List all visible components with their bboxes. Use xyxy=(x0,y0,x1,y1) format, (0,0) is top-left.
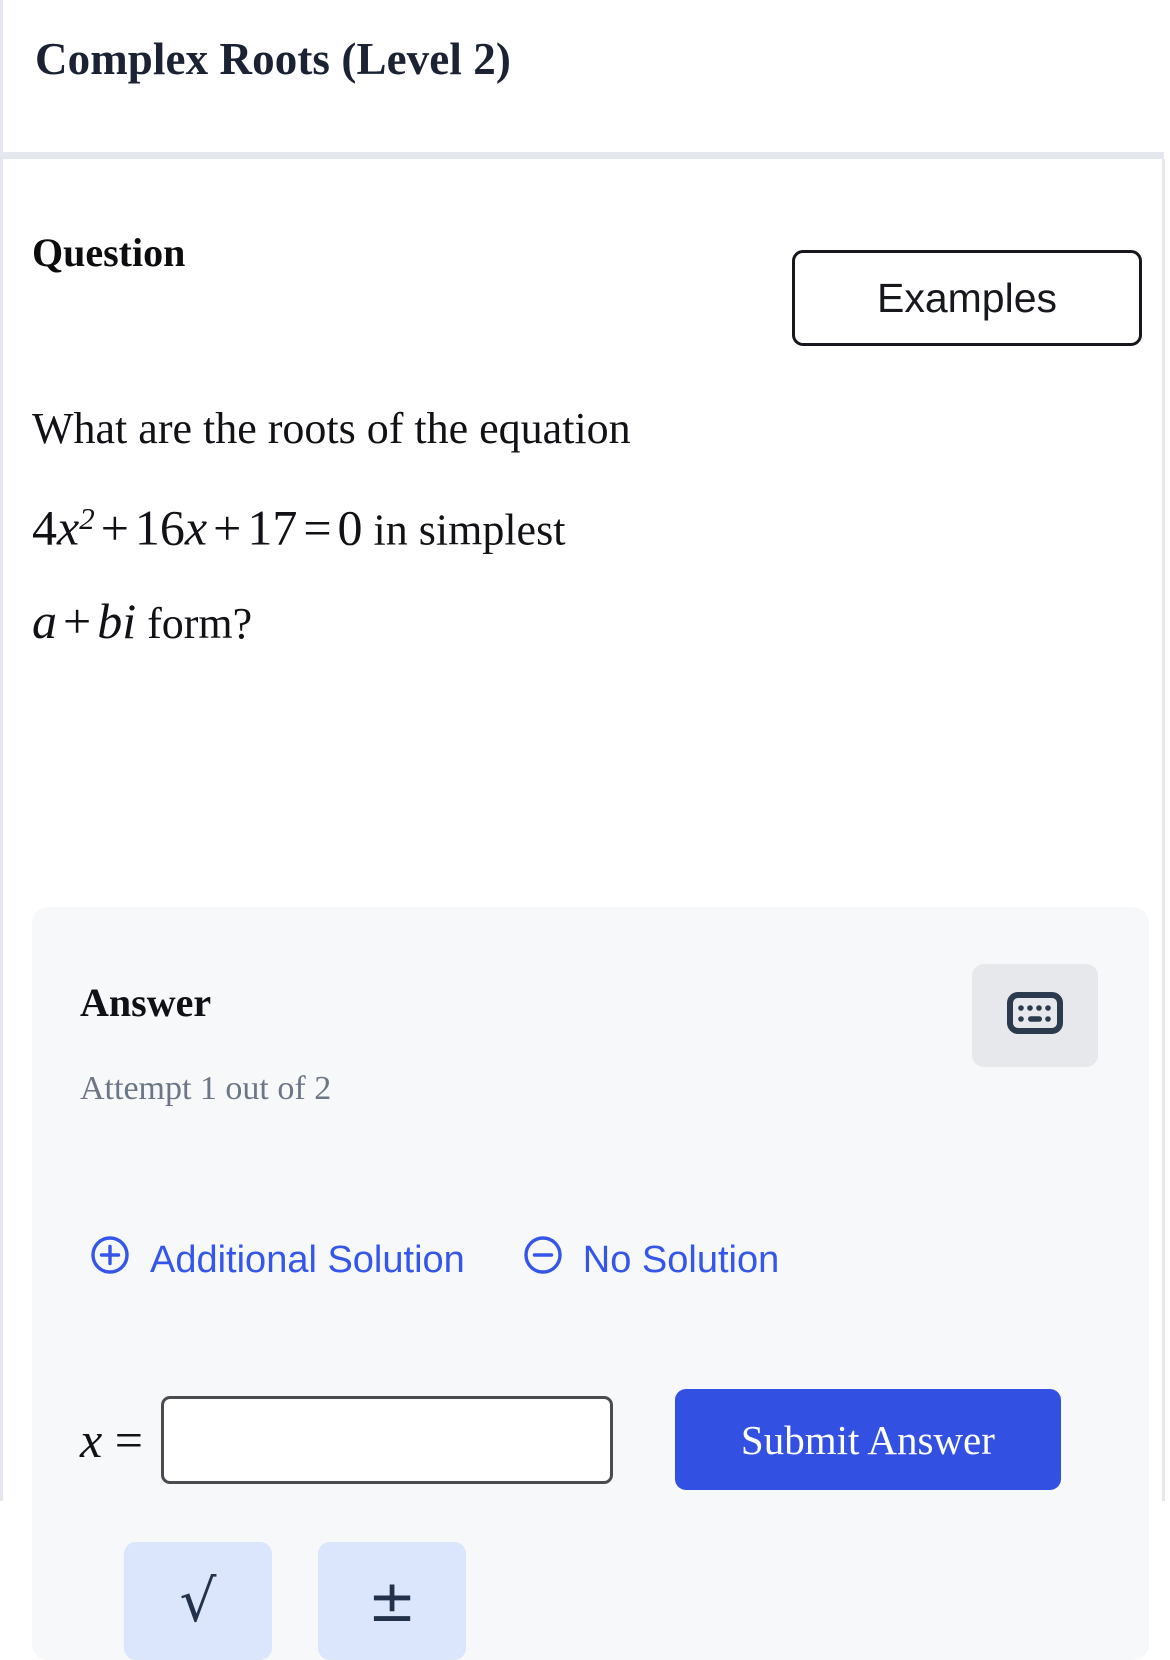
header-divider xyxy=(0,152,1164,159)
question-prompt: What are the roots of the equation 4x2 +1… xyxy=(32,384,1032,669)
eq-rhs: 0 xyxy=(337,499,363,556)
eq-variable-x: x xyxy=(57,499,80,556)
eq-equals: = xyxy=(303,499,332,556)
exercise-page: Complex Roots (Level 2) Question Example… xyxy=(0,0,1170,1660)
page-title: Complex Roots (Level 2) xyxy=(35,34,511,84)
math-keypad: √ ± xyxy=(124,1542,466,1660)
eq-coefficient-a: 4 xyxy=(32,499,57,556)
eq-constant-c: 17 xyxy=(247,499,298,556)
additional-solution-label: Additional Solution xyxy=(150,1238,465,1281)
question-mid-text: in simplest xyxy=(373,505,566,555)
submit-answer-button[interactable]: Submit Answer xyxy=(674,1389,1061,1490)
form-a: a xyxy=(32,592,57,649)
keyboard-icon xyxy=(1007,992,1063,1039)
form-i: i xyxy=(122,592,137,649)
question-line-3-form: a + bi form? xyxy=(32,576,1032,669)
prefix-equals: = xyxy=(114,1411,143,1468)
question-header-row: Question Examples xyxy=(32,204,1142,346)
eq-coefficient-b: 16 xyxy=(134,499,185,556)
no-solution-button[interactable]: No Solution xyxy=(523,1235,779,1285)
question-card: Question Examples What are the roots of … xyxy=(0,159,1165,1660)
plus-minus-icon: ± xyxy=(367,1567,417,1635)
answer-input-row: x = Submit Answer xyxy=(80,1389,1061,1490)
question-line-1: What are the roots of the equation xyxy=(32,384,1032,474)
answer-heading: Answer xyxy=(80,980,212,1025)
prefix-variable: x xyxy=(80,1411,103,1468)
no-solution-label: No Solution xyxy=(582,1238,780,1281)
examples-button[interactable]: Examples xyxy=(792,250,1142,346)
sqrt-icon: √ xyxy=(179,1567,217,1635)
attempt-counter: Attempt 1 out of 2 xyxy=(80,1070,332,1107)
question-lead-text: What are the roots of the equation xyxy=(32,404,631,453)
eq-plus-1: + xyxy=(100,499,129,556)
eq-variable-x-2: x xyxy=(184,499,208,556)
form-b: b xyxy=(97,592,123,649)
question-line-2-equation: 4x2 +16x +17 = 0 in simplest xyxy=(32,474,1032,576)
eq-plus-2: + xyxy=(213,499,242,556)
sqrt-key[interactable]: √ xyxy=(124,1542,272,1660)
keyboard-toggle-button[interactable] xyxy=(972,964,1098,1067)
answer-input-prefix: x = xyxy=(80,1411,143,1469)
minus-circle-icon xyxy=(523,1235,563,1285)
additional-solution-button[interactable]: Additional Solution xyxy=(90,1235,465,1285)
solution-actions: Additional Solution No Solution xyxy=(90,1235,779,1285)
answer-panel: Answer Attempt 1 out of 2 Additional Sol… xyxy=(32,907,1149,1660)
eq-exponent: 2 xyxy=(79,501,95,536)
answer-input[interactable] xyxy=(160,1395,613,1484)
form-word: form? xyxy=(147,598,253,648)
examples-button-label: Examples xyxy=(876,274,1057,321)
question-heading: Question xyxy=(32,230,186,275)
plus-minus-key[interactable]: ± xyxy=(318,1542,466,1660)
plus-circle-icon xyxy=(90,1235,130,1285)
header-bar: Complex Roots (Level 2) xyxy=(0,0,1170,152)
form-plus: + xyxy=(63,592,92,649)
